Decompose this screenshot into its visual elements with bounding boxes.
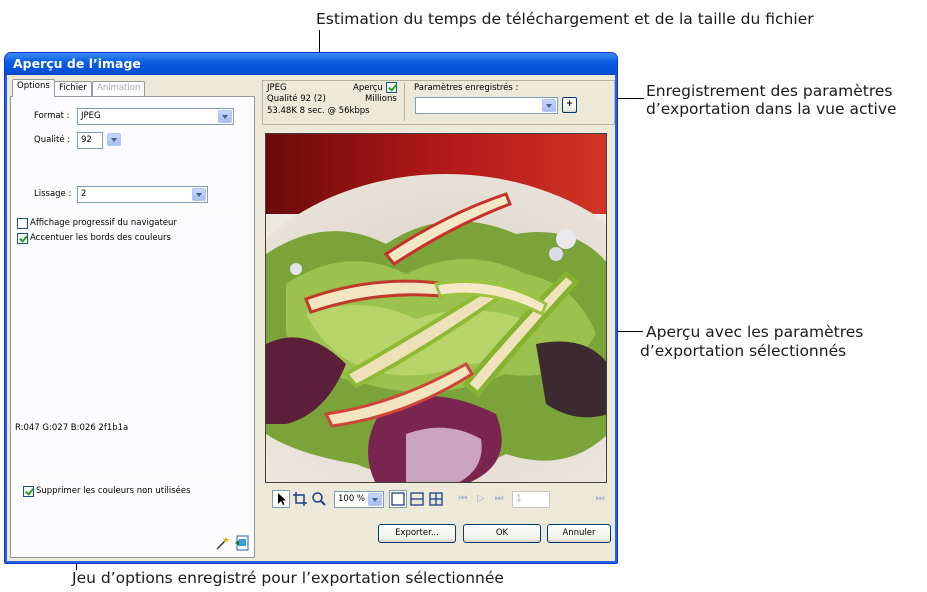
title-bar[interactable]: Aperçu de l’image — [5, 53, 617, 75]
info-quality: Qualité 92 (2) — [267, 94, 326, 104]
preview-checkbox[interactable] — [386, 82, 397, 93]
quality-dropdown-button[interactable] — [107, 133, 121, 146]
callout-preview-line2: d’exportation sélectionnés — [640, 342, 847, 360]
chevron-down-icon[interactable] — [542, 99, 556, 112]
options-panel: Format : JPEG Qualité : 92 Lissage : 2 A… — [10, 96, 255, 558]
smoothing-value: 2 — [81, 189, 87, 199]
smoothing-label: Lissage : — [34, 189, 72, 199]
four-views-button[interactable] — [427, 490, 445, 508]
format-select[interactable]: JPEG — [77, 108, 234, 125]
crop-tool[interactable] — [291, 490, 309, 508]
play-icon: ▷ — [477, 493, 485, 504]
last-frame-icon: ⏭ — [494, 493, 504, 504]
smoothing-select[interactable]: 2 — [77, 186, 208, 203]
sharpen-checkbox[interactable] — [17, 233, 28, 244]
two-views-button[interactable] — [408, 490, 426, 508]
cancel-button[interactable]: Annuler — [547, 524, 611, 543]
preview-image[interactable] — [265, 133, 607, 483]
quality-input[interactable]: 92 — [77, 132, 103, 149]
export-options-icon[interactable] — [234, 534, 251, 552]
info-size-time: 53.48K 8 sec. @ 56kbps — [267, 106, 370, 116]
quality-label: Qualité : — [34, 135, 71, 145]
zoom-tool[interactable] — [310, 490, 328, 508]
callout-saved-options: Jeu d’options enregistré pour l’exportat… — [72, 569, 504, 587]
export-button[interactable]: Exporter... — [378, 524, 456, 543]
zoom-select[interactable]: 100 % — [334, 491, 384, 508]
format-label: Format : — [34, 111, 70, 121]
single-view-button[interactable] — [389, 490, 407, 508]
remove-unused-label: Supprimer les couleurs non utilisées — [36, 486, 191, 496]
next-frame-icon: ⏭ — [595, 493, 605, 504]
info-format: JPEG — [267, 83, 287, 93]
ok-button[interactable]: OK — [463, 524, 541, 543]
info-colors: Millions — [365, 94, 397, 104]
callout-file-estimate: Estimation du temps de téléchargement et… — [316, 10, 814, 28]
window-title: Aperçu de l’image — [13, 56, 141, 71]
tab-animation: Animation — [92, 81, 146, 96]
frame-value: 1 — [516, 494, 522, 504]
chevron-down-icon[interactable] — [192, 188, 206, 201]
format-value: JPEG — [81, 111, 101, 121]
callout-preview-line1: Aperçu avec les paramètres — [646, 323, 864, 341]
progressive-checkbox[interactable] — [17, 218, 28, 229]
add-saved-settings-button[interactable]: + — [562, 97, 577, 113]
frame-select: 1 — [512, 491, 550, 508]
divider — [404, 83, 405, 121]
magic-wand-icon[interactable] — [214, 535, 230, 551]
quality-value: 92 — [81, 135, 92, 145]
divider — [15, 209, 250, 210]
saved-settings-label: Paramètres enregistrés : — [414, 83, 519, 93]
sharpen-label: Accentuer les bords des couleurs — [30, 233, 171, 243]
progressive-label: Affichage progressif du navigateur — [30, 218, 177, 228]
tab-fichier[interactable]: Fichier — [54, 81, 92, 96]
first-frame-icon: ⏮ — [458, 493, 468, 504]
zoom-value: 100 % — [338, 494, 366, 504]
callout-save-settings-line1: Enregistrement des paramètres — [646, 82, 893, 100]
tab-options[interactable]: Options — [12, 79, 55, 97]
chevron-down-icon[interactable] — [218, 110, 232, 123]
color-readout: R:047 G:027 B:026 2f1b1a — [15, 423, 129, 433]
pointer-tool[interactable] — [272, 490, 290, 508]
divider — [15, 475, 250, 476]
chevron-down-icon[interactable] — [368, 493, 382, 506]
remove-unused-checkbox[interactable] — [23, 486, 34, 497]
preview-label: Aperçu — [353, 83, 383, 93]
callout-save-settings-line2: d’exportation dans la vue active — [646, 100, 897, 118]
saved-settings-select[interactable] — [415, 97, 558, 114]
